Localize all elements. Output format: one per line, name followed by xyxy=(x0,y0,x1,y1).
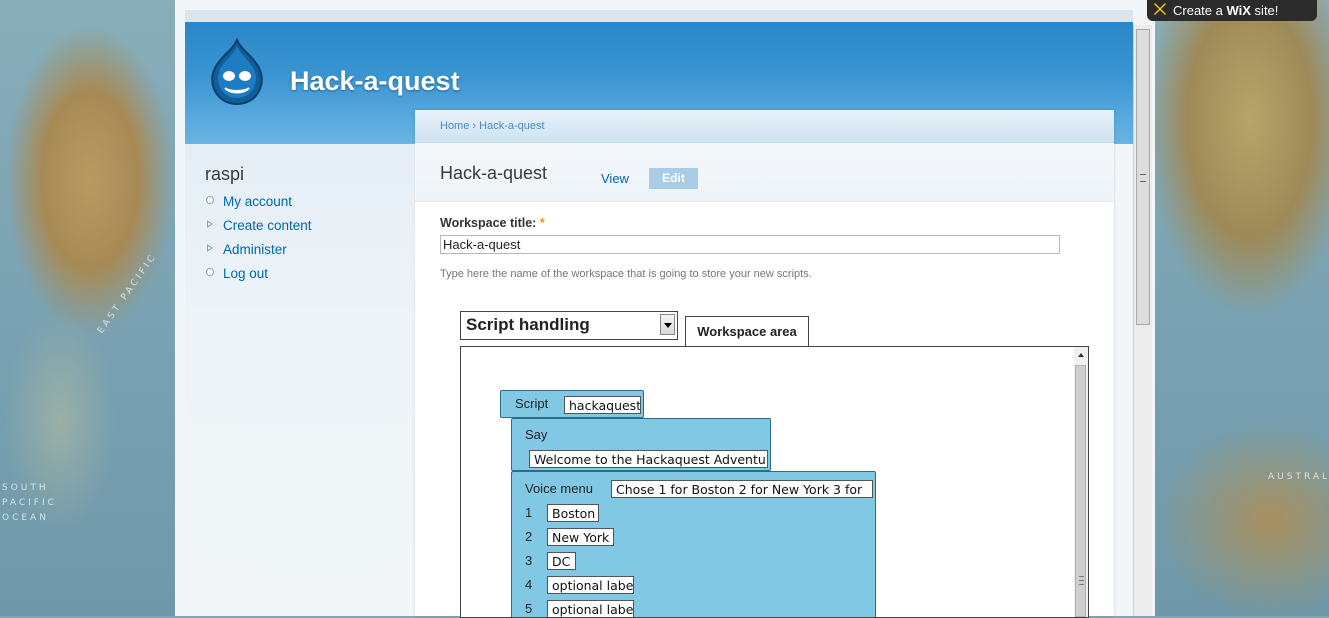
option-label-field[interactable]: New York xyxy=(547,528,614,546)
sidebar-item-create-content: Create content xyxy=(205,218,312,242)
map-label: PACIFIC xyxy=(2,498,57,508)
workspace-canvas[interactable]: Script hackaquest Say Welcome to the Hac… xyxy=(460,346,1089,618)
site-name[interactable]: Hack-a-quest xyxy=(290,66,460,97)
triangle-bullet-icon xyxy=(207,244,213,252)
required-mark: * xyxy=(539,216,545,230)
main-content: Home › Hack-a-quest Hack-a-quest View Ed… xyxy=(415,110,1114,618)
workspace-title-description: Type here the name of the workspace that… xyxy=(440,268,812,280)
sidebar-item-log-out: Log out xyxy=(205,266,312,290)
wix-badge-prefix: Create a xyxy=(1173,3,1227,18)
sidebar-link-my-account[interactable]: My account xyxy=(223,194,292,209)
block-category-selected: Script handling xyxy=(466,315,590,334)
option-label-field[interactable]: Boston xyxy=(547,504,599,522)
option-key: 5 xyxy=(525,601,533,616)
tab-workspace-area[interactable]: Workspace area xyxy=(685,316,809,346)
page-scroll-thumb[interactable] xyxy=(1136,29,1150,325)
option-label-field[interactable]: DC xyxy=(547,552,576,570)
workspace-title-label-text: Workspace title: xyxy=(440,216,537,230)
say-block[interactable]: Say Welcome to the Hackaquest Adventu xyxy=(511,418,771,471)
grip-icon xyxy=(1079,576,1084,585)
wix-badge-brand: WiX xyxy=(1226,3,1251,18)
sidebar-link-administer[interactable]: Administer xyxy=(223,242,287,257)
breadcrumb-home-link[interactable]: Home xyxy=(440,120,469,132)
breadcrumb-separator: › xyxy=(472,120,477,132)
option-key: 2 xyxy=(525,529,533,544)
sidebar: raspi My account Create content Administ… xyxy=(185,144,413,616)
map-label: SOUTH xyxy=(2,483,49,493)
option-key: 1 xyxy=(525,505,533,520)
script-name-field[interactable]: hackaquest xyxy=(564,396,641,414)
option-key: 4 xyxy=(525,577,533,592)
block-category-select[interactable]: Script handling xyxy=(460,311,678,340)
map-label: OCEAN xyxy=(2,513,49,523)
map-label: AUSTRALIA xyxy=(1268,472,1329,482)
wix-star-icon xyxy=(1154,3,1166,15)
sidebar-link-create-content[interactable]: Create content xyxy=(223,218,312,233)
say-block-label: Say xyxy=(525,427,548,442)
sidebar-item-my-account: My account xyxy=(205,194,312,218)
breadcrumb-bar: Home › Hack-a-quest xyxy=(415,110,1114,143)
scroll-up-icon[interactable] xyxy=(1078,353,1084,357)
sidebar-link-log-out[interactable]: Log out xyxy=(223,266,268,281)
page-title: Hack-a-quest xyxy=(440,163,548,183)
breadcrumb: Home › Hack-a-quest xyxy=(440,120,545,132)
wix-badge-suffix: site! xyxy=(1250,3,1279,18)
voice-menu-label: Voice menu xyxy=(525,481,593,496)
sidebar-item-administer: Administer xyxy=(205,242,312,266)
workspace-title-input[interactable] xyxy=(440,235,1060,254)
sidebar-menu: My account Create content Administer Log… xyxy=(205,194,312,290)
triangle-bullet-icon xyxy=(207,220,213,228)
option-label-field[interactable]: optional labe xyxy=(547,576,634,594)
voice-menu-prompt-field[interactable]: Chose 1 for Boston 2 for New York 3 for xyxy=(611,480,873,498)
circle-bullet-icon xyxy=(206,196,214,204)
tab-edit[interactable]: Edit xyxy=(649,168,698,189)
say-text-field[interactable]: Welcome to the Hackaquest Adventu xyxy=(529,450,768,468)
chevron-down-icon[interactable] xyxy=(660,314,675,335)
tab-view[interactable]: View xyxy=(601,171,629,186)
circle-bullet-icon xyxy=(206,268,214,276)
drupal-logo-icon[interactable] xyxy=(207,38,267,108)
voice-menu-block[interactable]: Voice menu Chose 1 for Boston 2 for New … xyxy=(511,471,876,617)
page-scrollbar[interactable] xyxy=(1133,25,1152,616)
map-label: EAST PACIFIC xyxy=(96,251,160,336)
grip-icon xyxy=(1140,174,1146,182)
title-area: Hack-a-quest View Edit xyxy=(415,143,1114,202)
sidebar-user-name: raspi xyxy=(205,164,245,184)
script-block[interactable]: Script hackaquest xyxy=(500,390,644,418)
wix-badge[interactable]: Create a WiX site! xyxy=(1147,0,1317,21)
page-container: Hack-a-quest raspi My account Create con… xyxy=(175,0,1155,618)
workspace-scrollbar[interactable] xyxy=(1074,347,1088,617)
wix-badge-text: Create a WiX site! xyxy=(1173,0,1278,21)
workspace-title-label: Workspace title: * xyxy=(440,216,545,230)
breadcrumb-current-link[interactable]: Hack-a-quest xyxy=(479,120,544,132)
workspace-scroll-thumb[interactable] xyxy=(1075,365,1086,617)
option-key: 3 xyxy=(525,553,533,568)
script-block-label: Script xyxy=(515,396,549,411)
option-label-field[interactable]: optional labe xyxy=(547,600,634,617)
